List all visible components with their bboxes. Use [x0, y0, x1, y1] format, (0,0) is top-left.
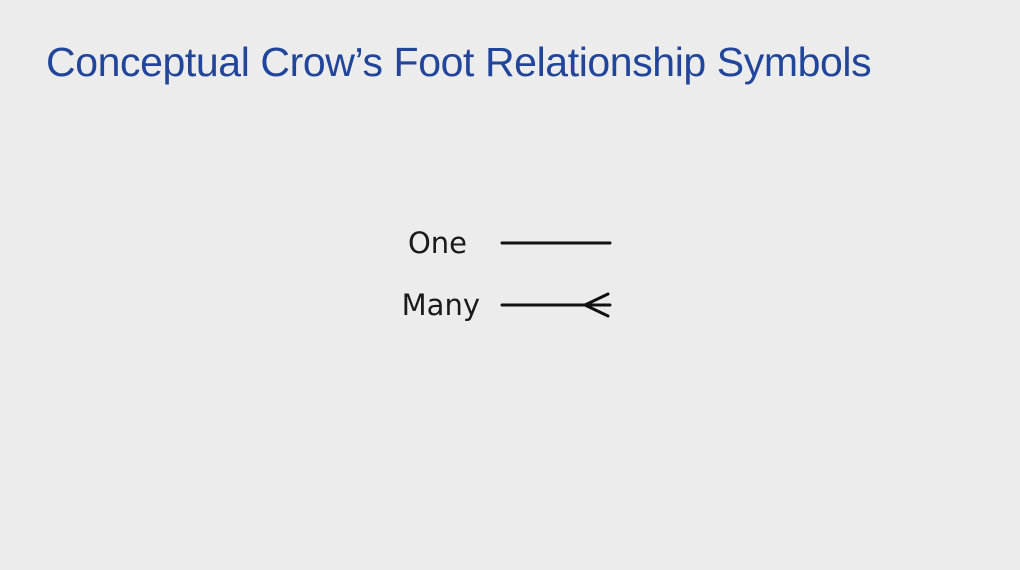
symbol-label-one: One — [407, 226, 467, 260]
one-relationship-line-icon — [500, 241, 612, 245]
many-crows-foot-icon — [500, 292, 612, 318]
symbol-label-many: Many — [401, 288, 480, 322]
slide: Conceptual Crow’s Foot Relationship Symb… — [0, 0, 1020, 570]
slide-title: Conceptual Crow’s Foot Relationship Symb… — [46, 39, 872, 85]
